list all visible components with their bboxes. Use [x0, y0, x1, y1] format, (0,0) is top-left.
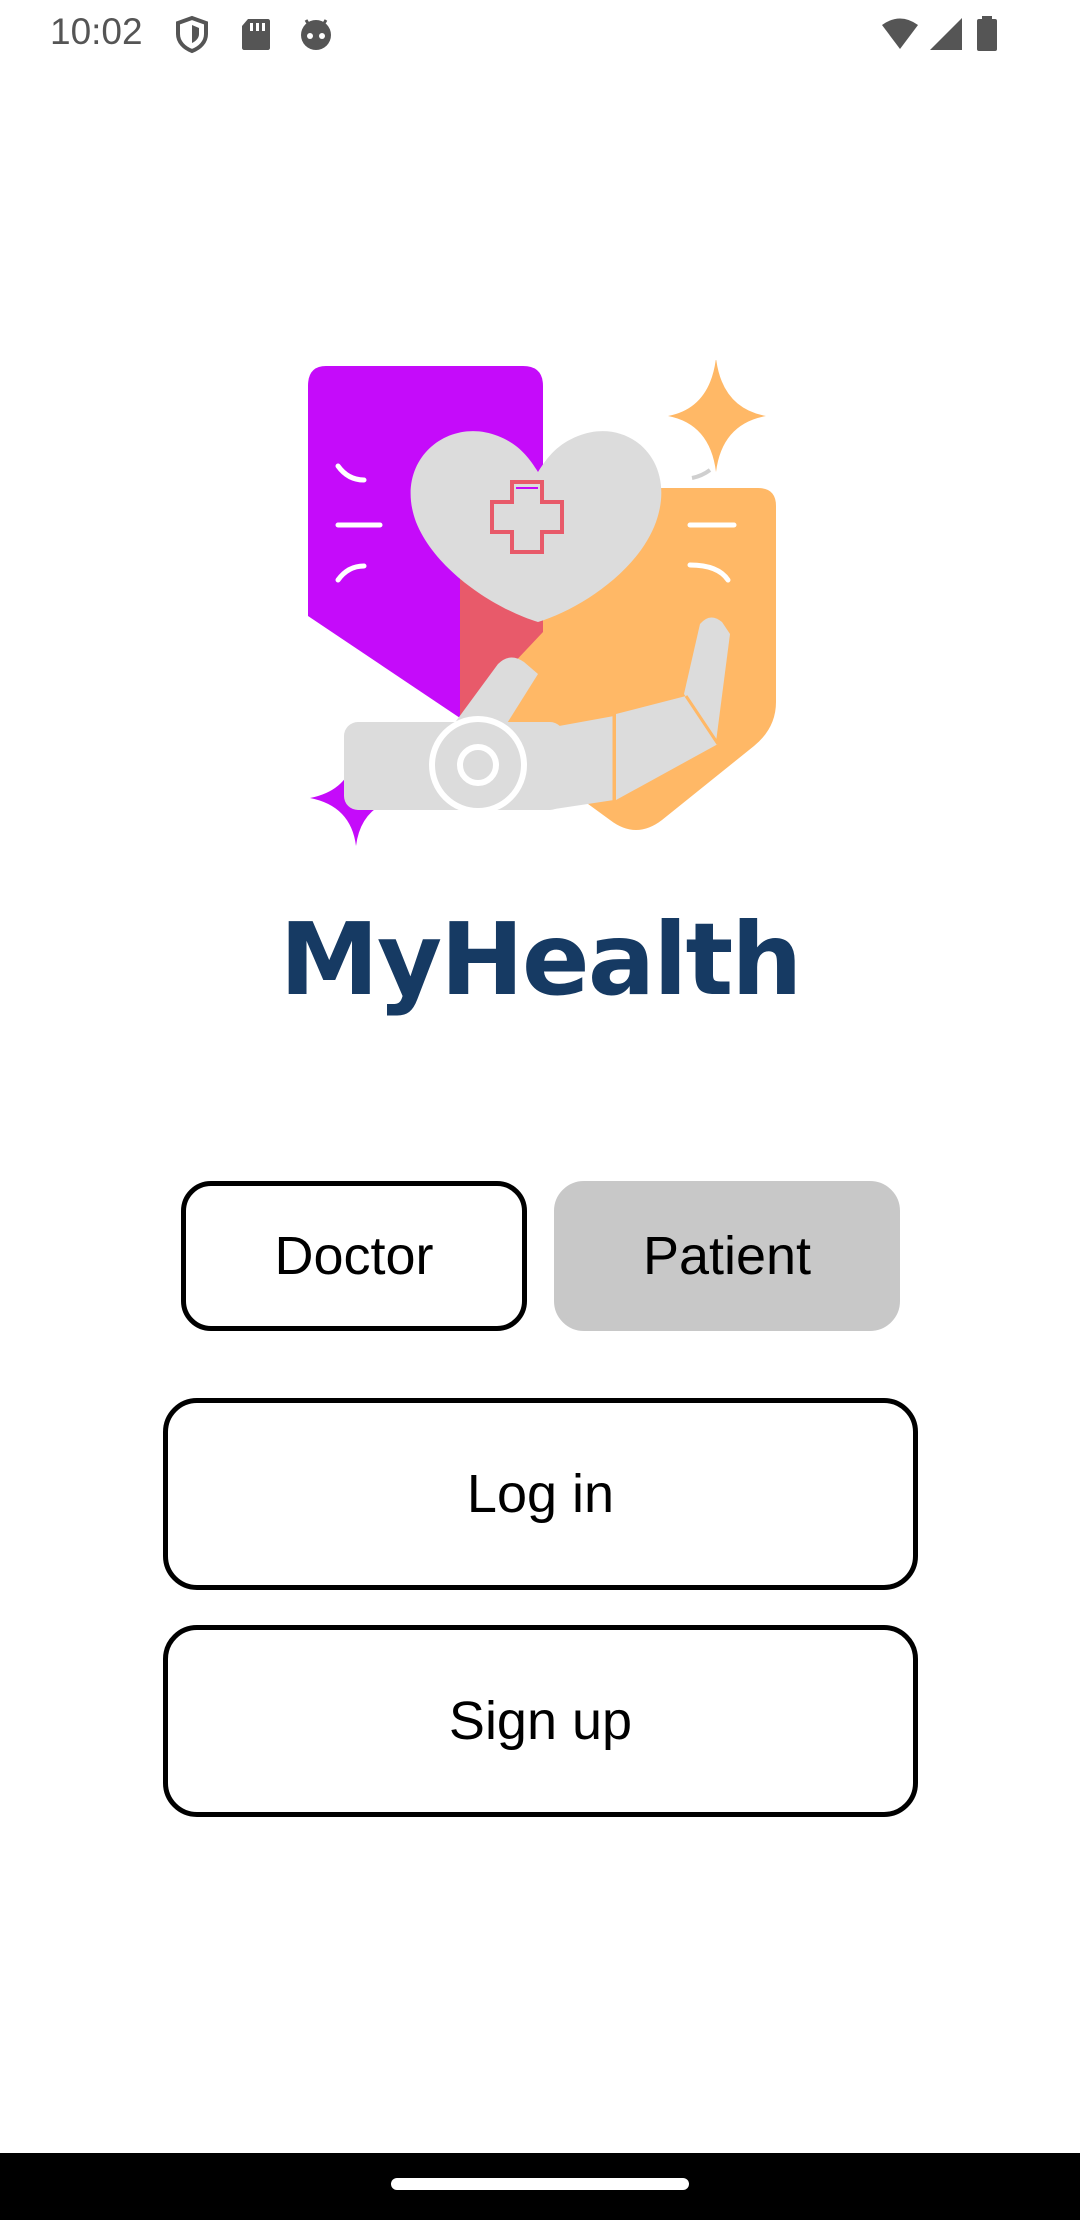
login-button[interactable]: Log in: [163, 1398, 918, 1590]
sd-card-icon: [236, 14, 276, 54]
android-icon: [296, 14, 336, 54]
patient-role-button[interactable]: Patient: [554, 1181, 900, 1331]
navigation-bar: [0, 2153, 1080, 2220]
status-time: 10:02: [50, 11, 143, 52]
shield-icon: [172, 14, 212, 54]
app-logo: [298, 360, 782, 860]
app-title: MyHealth: [279, 901, 803, 1018]
battery-icon: [972, 14, 1002, 54]
doctor-role-button[interactable]: Doctor: [181, 1181, 527, 1331]
signup-button[interactable]: Sign up: [163, 1625, 918, 1817]
wifi-icon: [880, 14, 920, 54]
cell-signal-icon: [926, 14, 966, 54]
home-indicator[interactable]: [391, 2178, 689, 2190]
status-bar: 10:02: [0, 0, 1080, 66]
